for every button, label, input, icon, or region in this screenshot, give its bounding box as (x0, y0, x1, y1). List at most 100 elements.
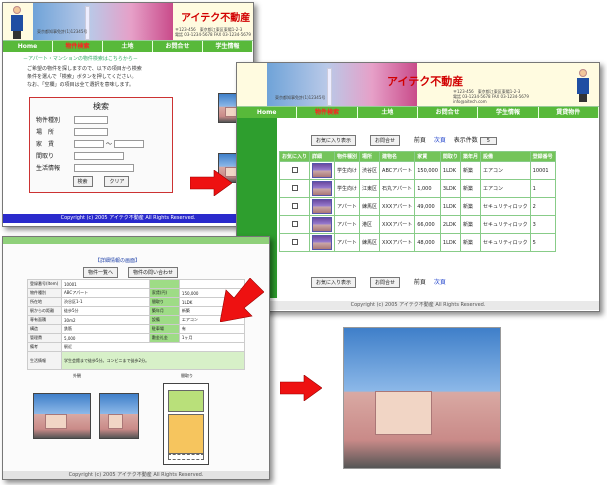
nav-rental[interactable]: 賃貸物件 (539, 107, 599, 118)
prev-page-link[interactable]: 前頁 (414, 279, 426, 286)
cell-rent: 150,000 (414, 161, 441, 180)
detail-label: 物件種別 (27, 288, 62, 298)
cell-equipment: セキュリティロック (479, 197, 531, 216)
detail-row: 生活情報 学生会館まで徒歩5分。コンビニまで徒歩2分。 (27, 351, 245, 370)
search-button[interactable]: 検索 (72, 176, 93, 187)
tower-image (327, 68, 332, 106)
column-header: 設備 (479, 151, 531, 162)
next-page-link[interactable]: 次頁 (434, 279, 446, 286)
cell-id: 1 (529, 179, 556, 198)
cell-equipment: セキュリティロック (479, 215, 531, 234)
table-row[interactable]: 学生向け 江東区 石丸アパート 1,000 3LDK 新築 エアコン 1 (278, 179, 556, 198)
cell-built: 新築 (459, 233, 481, 252)
cell-rent: 66,000 (414, 215, 441, 234)
prev-page-link[interactable]: 前頁 (414, 137, 426, 144)
property-thumbnail[interactable] (312, 163, 333, 178)
cell-rent: 1,000 (414, 179, 441, 198)
show-favorites-button[interactable]: お気に入り表示 (311, 277, 357, 288)
detail-value: ABCアパート (61, 288, 150, 298)
detail-label (148, 279, 180, 289)
cell-id: 2 (529, 197, 556, 216)
cell-equipment: セキュリティロック (479, 233, 531, 252)
favorite-checkbox[interactable] (291, 238, 298, 245)
header-banner-image (33, 3, 173, 40)
copyright-text: Copyright (c) 2005 アイテク不動産 All Rights Re… (68, 472, 204, 478)
type-select[interactable] (74, 115, 108, 124)
nav-contact[interactable]: お問合せ (153, 41, 203, 52)
cell-layout: 1LDK (439, 233, 461, 252)
property-thumbnail[interactable] (312, 217, 333, 232)
field-label-layout: 間取り (36, 153, 55, 160)
detail-row: 管理費 5,000 敷金礼金 1ヶ月 (27, 333, 246, 343)
email-line: info@aitech.com (453, 99, 487, 104)
nav-home[interactable]: Home (3, 41, 53, 52)
property-thumbnail[interactable] (312, 235, 333, 250)
company-note: 東京都知事免許(1)12345号 (275, 95, 326, 100)
detail-value: 徒歩5分 (61, 306, 150, 316)
detail-title: 【詳細情報の画面】 (95, 258, 141, 264)
search-form-title: 検索 (93, 102, 109, 111)
property-thumbnail[interactable] (312, 199, 333, 214)
table-row[interactable]: アパート 練馬区 XXXアパート 49,000 1LDK 新築 セキュリティロッ… (278, 197, 556, 216)
property-inquiry-button[interactable]: 物件の問い合わせ (127, 267, 178, 278)
favorite-checkbox[interactable] (291, 202, 298, 209)
inquire-button[interactable]: お問合せ (369, 135, 400, 146)
show-favorites-button[interactable]: お気に入り表示 (311, 135, 357, 146)
nav-search[interactable]: 物件検索 (53, 41, 103, 52)
table-row[interactable]: アパート 港区 XXXアパート 66,000 2LDK 新築 セキュリティロック… (278, 215, 556, 234)
cell-built: 新築 (459, 197, 481, 216)
cell-built: 新築 (459, 179, 481, 198)
favorite-checkbox[interactable] (291, 220, 298, 227)
detail-value: 渋谷区1-1 (61, 297, 150, 307)
footer: Copyright (c) 2005 アイテク不動産 All Rights Re… (3, 471, 269, 479)
column-header: 家賃 (414, 151, 441, 162)
location-select[interactable] (74, 127, 108, 136)
rent-min-select[interactable] (74, 139, 104, 148)
detail-row: 専有面積 30m2 設備 エアコン (27, 315, 246, 325)
table-row[interactable]: 学生向け 渋谷区 ABCアパート 150,000 1LDK 新築 エアコン 10… (278, 161, 556, 180)
arrow-down-left-icon (220, 278, 264, 322)
cell-location: 港区 (359, 215, 381, 234)
nav-student[interactable]: 学生情報 (478, 107, 539, 118)
arrow-right-icon (280, 375, 322, 401)
search-intro: ご希望の物件を探しますので、以下の項目から検索 条件を選んで「検索」ボタンを押し… (27, 65, 142, 89)
detail-row: 駅からの距離 徒歩5分 築年月 新築 (27, 306, 246, 316)
column-header: 場所 (359, 151, 381, 162)
nav-student[interactable]: 学生情報 (203, 41, 253, 52)
note-value: 駅近 (61, 342, 245, 352)
back-to-list-button[interactable]: 物件一覧へ (83, 267, 119, 278)
nav-land[interactable]: 土地 (103, 41, 153, 52)
cell-building: XXXアパート (379, 197, 416, 216)
nav-contact[interactable]: お問合せ (418, 107, 479, 118)
nav-home[interactable]: Home (237, 107, 298, 118)
detail-label: 築年月 (148, 306, 180, 316)
favorite-checkbox[interactable] (291, 184, 298, 191)
cell-building: 石丸アパート (379, 179, 416, 198)
favorite-checkbox[interactable] (291, 166, 298, 173)
field-label-life: 生活情報 (36, 165, 61, 172)
table-row[interactable]: アパート 練馬区 XXXアパート 48,000 1LDK 新築 セキュリティロッ… (278, 233, 556, 252)
detail-row: 登録番号(Item) 10001 (27, 279, 246, 289)
inquire-button[interactable]: お問合せ (369, 277, 400, 288)
nav-search[interactable]: 物件検索 (297, 107, 358, 118)
site-logo[interactable]: アイテク不動産 (387, 73, 463, 89)
table-header-row: お気に入り 詳細 物件種別 場所 建物名 家賃 間取り 築年月 設備 登録番号 (278, 151, 556, 162)
exterior-label: 外観 (73, 373, 81, 378)
cell-location: 練馬区 (359, 233, 381, 252)
cell-building: ABCアパート (379, 161, 416, 180)
layout-select[interactable] (74, 151, 124, 160)
nav-land[interactable]: 土地 (358, 107, 418, 118)
site-logo[interactable]: アイテク不動産 (181, 9, 250, 24)
detail-value: 有 (178, 324, 246, 334)
clear-button[interactable]: クリア (104, 176, 130, 187)
rent-max-select[interactable] (114, 139, 145, 148)
breadcrumb: －アパート・マンションの物件検索はこちらから－ (23, 56, 138, 62)
per-page-select[interactable]: 5 (479, 137, 497, 145)
property-thumbnail[interactable] (312, 181, 333, 196)
life-info-select[interactable] (74, 163, 134, 172)
listing-page-window: アイテク不動産 東京都知事免許(1)12345号 〒123-456 東京都江東区… (236, 62, 600, 312)
footer: Copyright (c) 2005 アイテク不動産 All Rights Re… (237, 301, 599, 310)
site-header: アイテク不動産 東京都知事免許(1)12345号 〒123-456 東京都江東区… (3, 3, 253, 41)
intro-line: なお、「空欄」の項目は全て選択を意味します。 (27, 82, 135, 88)
next-page-link[interactable]: 次頁 (434, 137, 446, 144)
